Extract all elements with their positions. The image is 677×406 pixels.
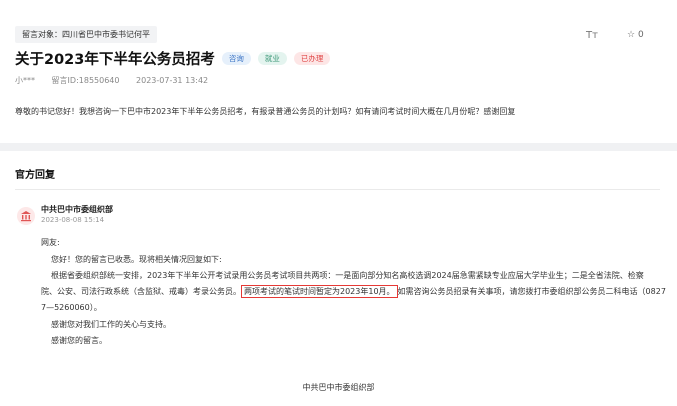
reply-line-1: 您好！您的留言已收悉。现将相关情况回复如下: <box>51 255 222 264</box>
building-icon <box>21 211 31 222</box>
reply-line-3-pre: 院、公安、司法行政系统（含监狱、戒毒）考录公务员。 <box>41 287 241 296</box>
title-row: 关于2023年下半年公务员招考 咨询 就业 已办理 <box>15 48 331 69</box>
message-content: 尊敬的书记您好！我想咨询一下巴中市2023年下半年公务员招考，有报录普通公务员的… <box>15 107 516 116</box>
message-card: 留言对象：四川省巴中市委书记何平 Tт ☆ 0 关于2023年下半年公务员招考 … <box>0 0 677 143</box>
like-button[interactable]: ☆ 0 <box>627 30 644 40</box>
star-icon: ☆ <box>627 30 636 40</box>
tag-consult: 咨询 <box>221 52 251 65</box>
official-reply-heading: 官方回复 <box>15 170 55 181</box>
reply-line-2: 根据省委组织部统一安排，2023年下半年公开考试录用公务员考试项目共两项：一是面… <box>51 271 644 280</box>
font-size-glyph: Tт <box>586 30 598 41</box>
section-divider <box>15 189 660 190</box>
reply-line-6: 感谢您的留言。 <box>51 336 107 345</box>
reply-line-4: 7—5260060）。 <box>41 303 102 312</box>
reply-line-3-post: 如需咨询公务员招录有关事项，请您拨打市委组织部公务员二科电话（0827 <box>397 287 666 296</box>
highlighted-exam-date: 两项考试的笔试时间暂定为2023年10月。 <box>241 285 398 298</box>
reply-line-5: 感谢您对我们工作的关心与支持。 <box>51 320 171 329</box>
message-target: 留言对象：四川省巴中市委书记何平 <box>15 26 157 43</box>
tag-employment: 就业 <box>257 52 287 65</box>
message-datetime: 2023-07-31 13:42 <box>136 76 209 85</box>
tag-status-handled: 已办理 <box>293 52 331 65</box>
org-name: 中共巴中市委组织部 <box>41 205 113 214</box>
message-id: 留言ID:18550640 <box>51 76 120 85</box>
org-avatar <box>17 207 35 225</box>
font-size-icon[interactable]: Tт <box>586 30 598 41</box>
reply-line-3: 院、公安、司法行政系统（含监狱、戒毒）考录公务员。 两项考试的笔试时间暂定为202… <box>41 285 666 298</box>
author-name: 小*** <box>15 76 35 85</box>
reply-greeting: 网友: <box>41 238 60 247</box>
reply-datetime: 2023-08-08 15:14 <box>41 216 105 224</box>
message-meta: 小*** 留言ID:18550640 2023-07-31 13:42 <box>15 75 222 86</box>
reply-signature: 中共巴中市委组织部 <box>302 383 375 392</box>
like-count: 0 <box>637 30 644 40</box>
message-title: 关于2023年下半年公务员招考 <box>15 52 215 68</box>
